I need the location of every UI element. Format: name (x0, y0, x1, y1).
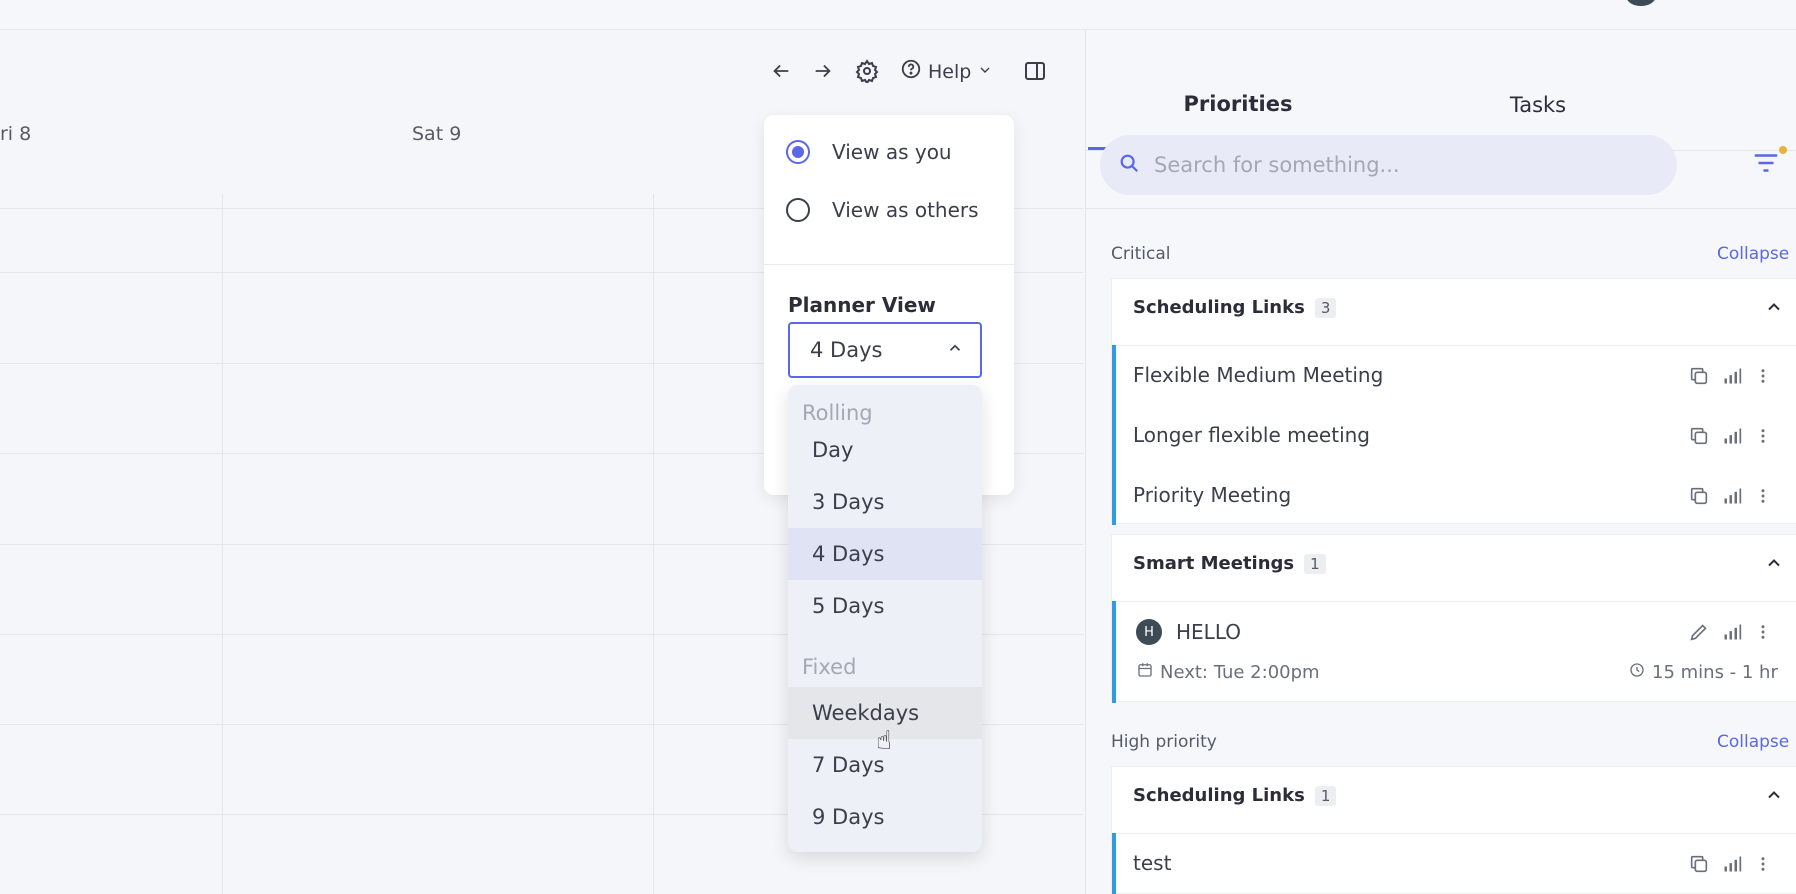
list-item[interactable]: Priority Meeting (1133, 483, 1291, 507)
row-actions (1688, 853, 1772, 879)
priority-bars-icon[interactable] (1722, 426, 1742, 450)
more-vertical-icon[interactable] (1754, 426, 1772, 450)
view-as-others-option[interactable]: View as others (786, 198, 979, 222)
section-label-critical: Critical (1111, 244, 1171, 264)
pencil-icon[interactable] (1688, 621, 1710, 647)
row-actions (1688, 485, 1772, 511)
search-input[interactable] (1154, 153, 1634, 177)
more-vertical-icon[interactable] (1754, 622, 1772, 646)
meeting-duration: 15 mins - 1 hr (1628, 661, 1778, 684)
group-header[interactable]: Scheduling Links 3 (1133, 297, 1337, 318)
help-icon (900, 58, 922, 85)
hand-cursor-icon: ☝ (876, 726, 892, 756)
search-icon (1118, 152, 1140, 178)
dropdown-item-day[interactable]: Day (788, 424, 982, 476)
group-title: Smart Meetings (1133, 553, 1295, 574)
arrow-right-icon[interactable] (808, 56, 838, 86)
radio-unselected[interactable] (786, 198, 810, 222)
planner-view-dropdown: Rolling Day 3 Days 4 Days 5 Days Fixed W… (788, 385, 982, 852)
dropdown-group-fixed: Fixed (802, 655, 857, 679)
arrow-left-icon[interactable] (766, 56, 796, 86)
dropdown-item-5-days[interactable]: 5 Days (788, 580, 982, 632)
copy-icon[interactable] (1688, 485, 1710, 511)
planner-view-select[interactable]: 4 Days (788, 322, 982, 378)
list-item[interactable]: Flexible Medium Meeting (1133, 363, 1383, 387)
item-color-bar (1112, 345, 1116, 525)
view-as-you-label: View as you (832, 140, 952, 164)
row-actions (1688, 621, 1772, 647)
more-vertical-icon[interactable] (1754, 854, 1772, 878)
priority-bars-icon[interactable] (1722, 366, 1742, 390)
meeting-next: Next: Tue 2:00pm (1136, 661, 1320, 684)
chevron-up-icon[interactable] (1764, 297, 1784, 322)
copy-icon[interactable] (1688, 365, 1710, 391)
list-item[interactable]: test (1133, 851, 1171, 875)
row-actions (1688, 365, 1772, 391)
group-title: Scheduling Links (1133, 297, 1305, 318)
dropdown-item-3-days[interactable]: 3 Days (788, 476, 982, 528)
group-count: 1 (1304, 553, 1326, 574)
meeting-name: HELLO (1176, 620, 1241, 644)
chevron-up-icon (946, 338, 964, 362)
meeting-next-text: Next: Tue 2:00pm (1160, 662, 1320, 683)
item-color-bar (1112, 601, 1116, 703)
search-bar[interactable] (1100, 135, 1677, 195)
planner-view-title: Planner View (788, 293, 936, 317)
radio-selected[interactable] (786, 140, 810, 164)
divider (764, 264, 1014, 265)
day-label-fri: ri 8 (0, 123, 32, 145)
scheduling-links-card: Scheduling Links 3 Flexible Medium Meeti… (1111, 278, 1796, 525)
more-vertical-icon[interactable] (1754, 486, 1772, 510)
help-label: Help (928, 60, 972, 83)
dropdown-item-9-days[interactable]: 9 Days (788, 791, 982, 843)
day-column-divider (222, 194, 223, 894)
scheduling-links-card: Scheduling Links 1 test (1111, 766, 1796, 894)
group-count: 3 (1314, 297, 1337, 318)
sidebar-toggle-icon[interactable] (1020, 56, 1050, 86)
dropdown-item-4-days[interactable]: 4 Days (788, 528, 982, 580)
section-label-high-priority: High priority (1111, 732, 1217, 752)
gear-icon[interactable] (852, 56, 882, 86)
divider (1112, 345, 1796, 346)
divider (1112, 833, 1796, 834)
day-label-sat: Sat 9 (412, 123, 462, 145)
chevron-down-icon (977, 61, 993, 83)
divider (1086, 208, 1796, 209)
copy-icon[interactable] (1688, 853, 1710, 879)
chevron-up-icon[interactable] (1764, 553, 1784, 578)
group-count: 1 (1314, 785, 1337, 806)
meeting-item[interactable]: H HELLO (1136, 619, 1241, 645)
priority-bars-icon[interactable] (1722, 622, 1742, 646)
filter-active-dot (1779, 146, 1787, 154)
priority-bars-icon[interactable] (1722, 854, 1742, 878)
view-as-you-option[interactable]: View as you (786, 140, 952, 164)
planner-view-value: 4 Days (810, 338, 883, 362)
view-as-others-label: View as others (832, 198, 979, 222)
divider (1112, 601, 1796, 602)
meeting-avatar: H (1136, 619, 1162, 645)
collapse-critical-button[interactable]: Collapse (1717, 244, 1789, 264)
group-header[interactable]: Smart Meetings 1 (1133, 553, 1326, 574)
item-color-bar (1112, 833, 1116, 894)
help-menu[interactable]: Help (900, 58, 993, 85)
dropdown-group-rolling: Rolling (802, 401, 873, 425)
day-column-divider (653, 194, 654, 894)
priority-bars-icon[interactable] (1722, 486, 1742, 510)
clock-icon (1628, 661, 1646, 684)
collapse-high-priority-button[interactable]: Collapse (1717, 732, 1789, 752)
group-title: Scheduling Links (1133, 785, 1305, 806)
more-vertical-icon[interactable] (1754, 366, 1772, 390)
priorities-panel: Priorities Tasks Critical Collapse Sched… (1085, 30, 1796, 894)
list-item[interactable]: Longer flexible meeting (1133, 423, 1370, 447)
meeting-duration-text: 15 mins - 1 hr (1652, 662, 1778, 683)
calendar-icon (1136, 661, 1154, 684)
copy-icon[interactable] (1688, 425, 1710, 451)
smart-meetings-card: Smart Meetings 1 H HELLO Next: Tue 2:00p… (1111, 534, 1796, 703)
chevron-up-icon[interactable] (1764, 785, 1784, 810)
top-bar (0, 0, 1796, 30)
group-header[interactable]: Scheduling Links 1 (1133, 785, 1337, 806)
row-actions (1688, 425, 1772, 451)
